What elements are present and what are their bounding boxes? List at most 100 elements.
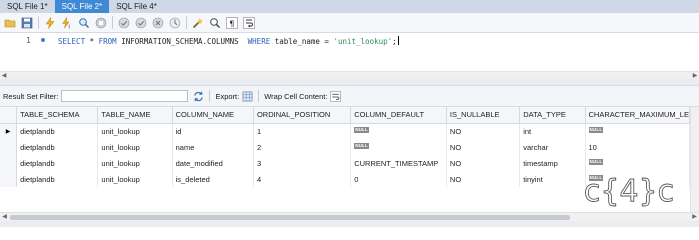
null-badge: NULL: [588, 126, 604, 133]
table-cell-null[interactable]: NULL: [350, 123, 447, 139]
tab-sql-file-4[interactable]: SQL File 4*: [109, 0, 164, 13]
table-cell[interactable]: 10: [585, 139, 690, 155]
result-filter-label: Result Set Filter:: [3, 91, 59, 101]
code-operator: =: [319, 37, 334, 46]
table-cell-null[interactable]: NULL: [585, 123, 690, 139]
watermark-logo: c{4}c: [583, 174, 674, 210]
column-header[interactable]: COLUMN_DEFAULT: [350, 107, 447, 124]
current-row-marker-icon[interactable]: ▶: [0, 123, 18, 139]
commit-icon[interactable]: [134, 16, 147, 29]
code-string-literal: 'unit_lookup': [333, 37, 393, 46]
code-semicolon: ;: [392, 37, 397, 46]
refresh-filter-icon[interactable]: [192, 90, 204, 102]
table-cell[interactable]: is_deleted: [172, 171, 254, 187]
line-number: 1: [26, 36, 31, 45]
editor-toolbar: I ¶: [0, 13, 699, 33]
toolbar-separator: [38, 16, 39, 29]
null-badge: NULL: [354, 126, 370, 133]
column-header[interactable]: TABLE_SCHEMA: [16, 107, 99, 124]
table-cell[interactable]: dietplandb: [16, 171, 99, 187]
table-cell-null[interactable]: NULL: [350, 139, 447, 155]
save-icon[interactable]: [20, 16, 33, 29]
code-column: table_name: [270, 37, 320, 46]
null-badge: NULL: [588, 158, 604, 165]
null-badge: NULL: [354, 142, 370, 149]
text-cursor: [397, 36, 399, 45]
grid-vertical-scrollbar[interactable]: [690, 107, 699, 212]
table-cell[interactable]: unit_lookup: [97, 123, 173, 139]
table-cell[interactable]: 0: [350, 171, 447, 187]
watermark-text: c{4}c: [584, 174, 674, 209]
bottom-panel-edge: [0, 221, 699, 227]
table-cell[interactable]: CURRENT_TIMESTAMP: [350, 155, 447, 171]
row-header-corner: [0, 107, 18, 124]
table-cell[interactable]: dietplandb: [16, 155, 99, 171]
table-cell[interactable]: 4: [253, 171, 352, 187]
statement-marker-icon: [41, 38, 45, 42]
keyword-select: SELECT: [58, 37, 86, 46]
column-header[interactable]: TABLE_NAME: [97, 107, 173, 124]
svg-text:¶: ¶: [229, 19, 234, 28]
toggle-continue-icon[interactable]: [117, 16, 130, 29]
open-folder-icon[interactable]: [3, 16, 16, 29]
grid-header-row: TABLE_SCHEMA TABLE_NAME COLUMN_NAME ORDI…: [0, 107, 690, 124]
svg-text:I: I: [68, 24, 69, 29]
column-header[interactable]: IS_NULLABLE: [446, 107, 521, 124]
keyword-where: WHERE: [238, 37, 271, 46]
table-cell[interactable]: unit_lookup: [97, 139, 173, 155]
sql-editor[interactable]: 1 SELECT * FROM INFORMATION_SCHEMA.COLUM…: [0, 33, 699, 71]
row-header[interactable]: [0, 139, 18, 155]
column-header[interactable]: DATA_TYPE: [519, 107, 586, 124]
column-header[interactable]: ORDINAL_POSITION: [253, 107, 352, 124]
table-cell[interactable]: NO: [446, 155, 521, 171]
execute-icon[interactable]: [43, 16, 56, 29]
column-header[interactable]: COLUMN_NAME: [172, 107, 254, 124]
table-cell[interactable]: 2: [253, 139, 352, 155]
column-header[interactable]: CHARACTER_MAXIMUM_LE: [585, 107, 690, 124]
wrap-cell-content-icon[interactable]: [329, 90, 341, 102]
code-star: *: [85, 37, 99, 46]
result-toolbar-separator: [209, 90, 211, 102]
table-cell[interactable]: name: [172, 139, 254, 155]
invisible-chars-icon[interactable]: ¶: [225, 16, 238, 29]
editor-gutter: 1: [0, 33, 46, 71]
toolbar-separator: [112, 16, 113, 29]
table-cell[interactable]: NO: [446, 139, 521, 155]
result-filter-input[interactable]: [61, 90, 189, 102]
table-cell[interactable]: int: [519, 123, 586, 139]
keyword-from: FROM: [98, 37, 117, 46]
autocommit-icon[interactable]: [168, 16, 181, 29]
table-cell[interactable]: unit_lookup: [97, 155, 173, 171]
table-cell[interactable]: id: [172, 123, 254, 139]
export-icon[interactable]: [241, 90, 253, 102]
wrap-cell-content-label: Wrap Cell Content:: [264, 91, 328, 101]
rollback-icon[interactable]: [151, 16, 164, 29]
wrap-lines-icon[interactable]: [242, 16, 255, 29]
table-cell[interactable]: dietplandb: [16, 139, 99, 155]
explain-icon[interactable]: [77, 16, 90, 29]
stop-icon[interactable]: [94, 16, 107, 29]
tab-sql-file-2[interactable]: SQL File 2*: [54, 0, 110, 13]
table-cell[interactable]: dietplandb: [16, 123, 99, 139]
scrollbar-thumb[interactable]: [10, 215, 570, 220]
find-icon[interactable]: [208, 16, 221, 29]
sql-code-line[interactable]: SELECT * FROM INFORMATION_SCHEMA.COLUMNS…: [58, 36, 399, 46]
grid-horizontal-scrollbar[interactable]: ◀ ▶: [0, 212, 699, 221]
table-cell[interactable]: 3: [253, 155, 352, 171]
row-header[interactable]: [0, 171, 18, 187]
execute-line-icon[interactable]: I: [60, 16, 73, 29]
editor-horizontal-scrollbar[interactable]: ◀ ▶: [0, 71, 699, 79]
code-schema-table: INFORMATION_SCHEMA.COLUMNS: [116, 37, 239, 46]
row-header[interactable]: [0, 155, 18, 171]
table-cell[interactable]: NO: [446, 171, 521, 187]
tab-sql-file-1[interactable]: SQL File 1*: [0, 0, 55, 13]
table-cell[interactable]: NO: [446, 123, 521, 139]
table-row[interactable]: ▶ dietplandb unit_lookup id 1 NULL NO in…: [0, 123, 690, 139]
table-cell[interactable]: varchar: [519, 139, 586, 155]
table-row[interactable]: dietplandb unit_lookup name 2 NULL NO va…: [0, 139, 690, 155]
table-cell[interactable]: 1: [253, 123, 352, 139]
table-cell[interactable]: date_modified: [172, 155, 254, 171]
beautify-icon[interactable]: [191, 16, 204, 29]
table-cell[interactable]: unit_lookup: [97, 171, 173, 187]
result-toolbar: Result Set Filter: Export: Wrap Cell Con…: [0, 85, 699, 107]
